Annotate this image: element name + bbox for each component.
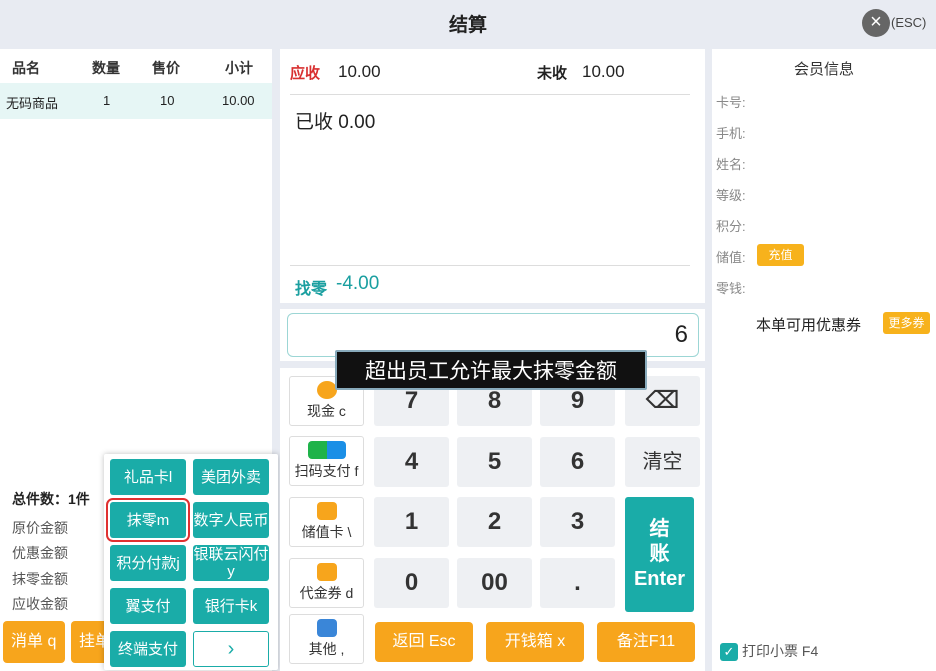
recharge-button[interactable]: 充值 <box>757 244 804 266</box>
open-drawer-button[interactable]: 开钱箱 x <box>486 622 584 662</box>
grid-icon <box>316 619 337 637</box>
row-price: 10 <box>160 93 175 108</box>
row-qty: 1 <box>103 93 111 108</box>
scan-pay-button[interactable]: 扫码支付 f <box>289 436 364 486</box>
print-receipt-toggle[interactable]: ✓ 打印小票 F4 <box>720 641 819 662</box>
row-subtotal: 10.00 <box>222 93 255 108</box>
key-1[interactable]: 1 <box>374 497 449 547</box>
checkout-line1: 结 <box>649 518 670 540</box>
key-3[interactable]: 3 <box>540 497 615 547</box>
cart-table-header: 品名 数量 售价 小计 <box>0 49 272 83</box>
title-bar: 结算 × (ESC) <box>0 0 936 44</box>
clear-button[interactable]: 清空 <box>625 437 700 487</box>
small-change-label: 零钱: <box>716 281 746 296</box>
key-00[interactable]: 00 <box>457 558 532 608</box>
phone-label: 手机: <box>716 126 746 141</box>
paid-amount: 已收 0.00 <box>295 112 376 133</box>
member-title: 会员信息 <box>793 61 854 78</box>
unpaid-label: 未收 <box>537 65 568 82</box>
checkout-button[interactable]: 结 账 Enter <box>625 497 694 612</box>
next-page-button[interactable]: › <box>193 631 269 667</box>
change-label: 找零 <box>295 281 328 298</box>
cash-label: 现金 c <box>307 403 346 419</box>
error-tooltip: 超出员工允许最大抹零金额 <box>335 350 647 390</box>
card-icon <box>316 502 337 520</box>
voucher-icon <box>316 563 337 581</box>
unionpay-quickpass-button[interactable]: 银联云闪付y <box>193 545 269 581</box>
col-price: 售价 <box>152 60 180 76</box>
row-name: 无码商品 <box>6 96 59 111</box>
col-qty: 数量 <box>92 60 120 76</box>
gift-card-button[interactable]: 礼品卡l <box>110 459 186 495</box>
divider <box>290 265 690 266</box>
discount-amount-label: 优惠金额 <box>12 545 68 561</box>
checkbox-checked-icon[interactable]: ✓ <box>720 643 738 662</box>
points-label: 积分: <box>716 219 746 234</box>
meituan-button[interactable]: 美团外卖 <box>193 459 269 495</box>
level-label: 等级: <box>716 188 746 203</box>
key-6[interactable]: 6 <box>540 437 615 487</box>
more-coupons-button[interactable]: 更多券 <box>883 312 930 334</box>
rounding-amount-label: 抹零金额 <box>12 571 68 587</box>
rounding-button[interactable]: 抹零m <box>106 498 190 542</box>
bestpay-button[interactable]: 翼支付 <box>110 588 186 624</box>
balance-label: 储值: <box>716 250 746 265</box>
cancel-order-button[interactable]: 消单 q <box>3 621 65 663</box>
col-subtotal: 小计 <box>225 60 253 76</box>
keypad-panel: 现金 c 扫码支付 f 储值卡 \ 代金券 d 其他 , 7 8 9 ⌫ 4 5… <box>280 368 705 671</box>
divider <box>290 94 690 95</box>
key-5[interactable]: 5 <box>457 437 532 487</box>
key-dot[interactable]: . <box>540 558 615 608</box>
print-label: 打印小票 F4 <box>742 643 819 659</box>
wechat-alipay-icon <box>307 441 346 459</box>
receivable-amount-label: 应收金额 <box>12 596 68 612</box>
points-pay-button[interactable]: 积分付款j <box>110 545 186 581</box>
esc-label: (ESC) <box>891 15 927 30</box>
scan-pay-label: 扫码支付 f <box>294 463 359 479</box>
change-value: -4.00 <box>336 273 380 294</box>
back-button[interactable]: 返回 Esc <box>375 622 473 662</box>
close-icon[interactable]: × <box>862 9 890 37</box>
stored-card-label: 储值卡 \ <box>301 524 352 540</box>
checkout-line2: 账 <box>649 543 670 565</box>
voucher-label: 代金券 d <box>299 585 354 601</box>
checkout-line3: Enter <box>633 568 686 590</box>
voucher-button[interactable]: 代金券 d <box>289 558 364 608</box>
digital-rmb-button[interactable]: 数字人民币 <box>193 502 269 538</box>
more-payments-popup: 礼品卡l 美团外卖 抹零m 数字人民币 积分付款j 银联云闪付y 翼支付 银行卡… <box>104 454 278 670</box>
other-pay-button[interactable]: 其他 , <box>289 614 364 664</box>
note-button[interactable]: 备注F11 <box>597 622 695 662</box>
total-count: 总件数：1件 <box>12 491 90 507</box>
unpaid-value: 10.00 <box>582 62 625 81</box>
due-label: 应收 <box>290 65 321 82</box>
amount-panel: 应收 10.00 未收 10.00 已收 0.00 找零 -4.00 <box>280 49 705 303</box>
key-4[interactable]: 4 <box>374 437 449 487</box>
stored-card-button[interactable]: 储值卡 \ <box>289 497 364 547</box>
window-title: 结算 <box>448 15 487 36</box>
other-pay-label: 其他 , <box>308 641 345 657</box>
cash-icon <box>316 381 337 399</box>
col-name: 品名 <box>12 60 40 76</box>
key-2[interactable]: 2 <box>457 497 532 547</box>
member-panel: 会员信息 卡号: 手机: 姓名: 等级: 积分: 储值: 充值 零钱: 本单可用… <box>712 49 936 671</box>
bank-card-button[interactable]: 银行卡k <box>193 588 269 624</box>
terminal-pay-button[interactable]: 终端支付 <box>110 631 186 667</box>
key-0[interactable]: 0 <box>374 558 449 608</box>
table-row[interactable]: 无码商品 1 10 10.00 <box>0 83 272 119</box>
coupon-label: 本单可用优惠券 <box>756 317 862 334</box>
original-amount-label: 原价金额 <box>12 520 68 536</box>
card-no-label: 卡号: <box>716 95 746 110</box>
name-label: 姓名: <box>716 157 746 172</box>
due-value: 10.00 <box>338 62 381 81</box>
